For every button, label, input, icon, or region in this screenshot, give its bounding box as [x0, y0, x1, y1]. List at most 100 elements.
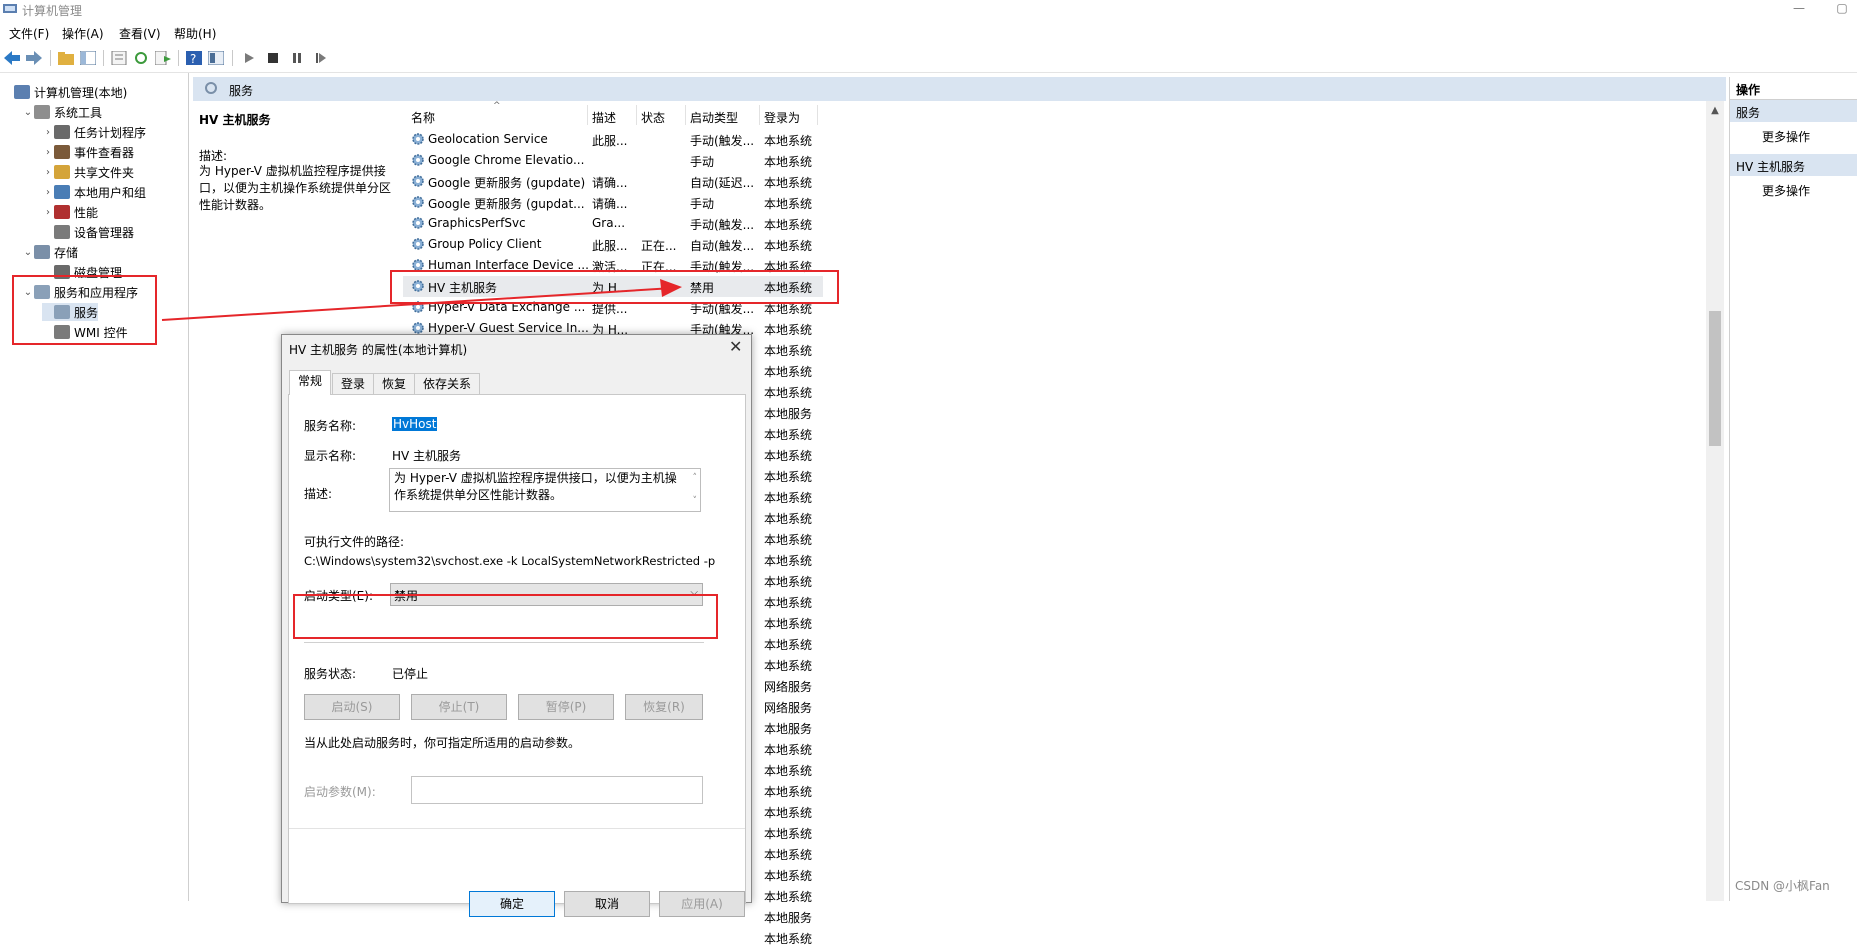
service-row[interactable]: Google 更新服务 (gupdate) 请确... 自动(延迟... 本地系统	[403, 171, 823, 192]
service-logon-cell[interactable]: 本地系统	[764, 615, 812, 632]
close-icon[interactable]: ✕	[729, 337, 742, 356]
service-row[interactable]: Google 更新服务 (gupdat... 请确... 手动 本地系统	[403, 192, 823, 213]
service-logon-cell[interactable]: 本地系统	[764, 846, 812, 863]
service-logon-cell[interactable]: 本地系统	[764, 531, 812, 548]
column-separator[interactable]	[685, 105, 686, 125]
ok-button[interactable]: 确定	[469, 891, 555, 917]
service-logon-cell[interactable]: 网络服务	[764, 678, 812, 695]
service-name-value[interactable]: HvHost	[392, 417, 438, 431]
pause-service-icon[interactable]	[288, 49, 306, 67]
column-header-name[interactable]: 名称	[411, 109, 435, 126]
service-logon-cell[interactable]: 本地系统	[764, 468, 812, 485]
export-list-icon[interactable]	[154, 49, 172, 67]
start-service-icon[interactable]	[240, 49, 258, 67]
service-logon-cell[interactable]: 本地系统	[764, 930, 812, 947]
service-logon-cell[interactable]: 本地系统	[764, 762, 812, 779]
tree-item[interactable]: 设备管理器	[42, 223, 134, 241]
service-logon-cell[interactable]: 本地系统	[764, 342, 812, 359]
menu-help[interactable]: 帮助(H)	[174, 25, 216, 42]
chevron-right-icon[interactable]: ›	[42, 207, 54, 218]
tree-item[interactable]: › 本地用户和组	[42, 183, 146, 201]
service-logon-cell[interactable]: 本地系统	[764, 573, 812, 590]
column-separator[interactable]	[817, 105, 818, 125]
column-header-description[interactable]: 描述	[592, 109, 616, 126]
menu-view[interactable]: 查看(V)	[119, 25, 161, 42]
description-field[interactable]: 为 Hyper-V 虚拟机监控程序提供接口，以便为主机操作系统提供单分区性能计数…	[389, 468, 701, 512]
tree-item[interactable]: ⌄ 存储	[22, 243, 78, 261]
service-row[interactable]: GraphicsPerfSvc Gra... 手动(触发... 本地系统	[403, 213, 823, 234]
service-logon-cell[interactable]: 本地系统	[764, 657, 812, 674]
tree-item[interactable]: › 事件查看器	[42, 143, 134, 161]
column-separator[interactable]	[587, 105, 588, 125]
menu-file[interactable]: 文件(F)	[9, 25, 49, 42]
menu-action[interactable]: 操作(A)	[62, 25, 104, 42]
chevron-right-icon[interactable]: ›	[42, 187, 54, 198]
scroll-up-icon[interactable]: ▲	[1706, 105, 1724, 116]
service-logon-cell[interactable]: 本地系统	[764, 783, 812, 800]
cancel-button[interactable]: 取消	[564, 891, 650, 917]
service-logon-cell[interactable]: 本地系统	[764, 552, 812, 569]
more-actions-link[interactable]: 更多操作	[1762, 128, 1810, 145]
service-logon-cell[interactable]: 网络服务	[764, 699, 812, 716]
tab-dependencies[interactable]: 依存关系	[414, 373, 481, 394]
forward-icon[interactable]	[25, 49, 43, 67]
start-params-input[interactable]	[411, 776, 703, 804]
chevron-down-icon[interactable]: ⌄	[22, 107, 34, 118]
service-logon-cell[interactable]: 本地系统	[764, 594, 812, 611]
service-row[interactable]: Group Policy Client 此服... 正在... 自动(触发... 本地系…	[403, 234, 823, 255]
restart-service-icon[interactable]	[312, 49, 330, 67]
apply-button[interactable]: 应用(A)	[659, 891, 745, 917]
chevron-right-icon[interactable]: ›	[42, 167, 54, 178]
minimize-button[interactable]: —	[1787, 0, 1811, 18]
scrollbar-thumb[interactable]	[1709, 311, 1721, 446]
service-logon-cell[interactable]: 本地系统	[764, 384, 812, 401]
tree-item[interactable]: › 共享文件夹	[42, 163, 134, 181]
tree-item[interactable]: › 性能	[42, 203, 98, 221]
tree-item[interactable]: 计算机管理(本地)	[2, 83, 127, 101]
service-logon-cell[interactable]: 本地服务	[764, 720, 812, 737]
tree-item[interactable]: ⌄ 系统工具	[22, 103, 102, 121]
stop-service-icon[interactable]	[264, 49, 282, 67]
start-button[interactable]: 启动(S)	[304, 694, 400, 720]
tree-item[interactable]: › 任务计划程序	[42, 123, 146, 141]
chevron-right-icon[interactable]: ›	[42, 147, 54, 158]
service-logon-cell[interactable]: 本地系统	[764, 867, 812, 884]
service-row[interactable]: Google Chrome Elevatio... 手动 本地系统	[403, 150, 823, 171]
up-folder-icon[interactable]	[57, 49, 75, 67]
tab-recovery[interactable]: 恢复	[373, 373, 416, 394]
column-separator[interactable]	[759, 105, 760, 125]
resume-button[interactable]: 恢复(R)	[625, 694, 703, 720]
service-logon-cell[interactable]: 本地系统	[764, 636, 812, 653]
show-hide-tree-icon[interactable]	[79, 49, 97, 67]
pause-button[interactable]: 暂停(P)	[518, 694, 614, 720]
column-header-status[interactable]: 状态	[641, 109, 665, 126]
tab-logon[interactable]: 登录	[332, 373, 375, 394]
scroll-up-icon[interactable]: ˄	[693, 470, 698, 487]
column-separator[interactable]	[636, 105, 637, 125]
tab-general[interactable]: 常规	[289, 370, 332, 395]
properties-icon[interactable]	[110, 49, 128, 67]
service-row[interactable]: Geolocation Service 此服... 手动(触发... 本地系统	[403, 129, 823, 150]
service-logon-cell[interactable]: 本地系统	[764, 426, 812, 443]
service-logon-cell[interactable]: 本地系统	[764, 804, 812, 821]
service-logon-cell[interactable]: 本地系统	[764, 363, 812, 380]
actions-group-services[interactable]: 服务	[1730, 100, 1857, 122]
back-icon[interactable]	[3, 49, 21, 67]
chevron-right-icon[interactable]: ›	[42, 127, 54, 138]
service-logon-cell[interactable]: 本地服务	[764, 405, 812, 422]
stop-button[interactable]: 停止(T)	[411, 694, 507, 720]
display-name-value[interactable]: HV 主机服务	[392, 447, 461, 464]
service-logon-cell[interactable]: 本地系统	[764, 447, 812, 464]
scroll-down-icon[interactable]: ˅	[693, 493, 698, 510]
column-header-startup-type[interactable]: 启动类型	[690, 109, 738, 126]
more-actions-link[interactable]: 更多操作	[1762, 182, 1810, 199]
help-icon[interactable]: ?	[185, 49, 203, 67]
view-icon[interactable]	[207, 49, 225, 67]
column-header-logon-as[interactable]: 登录为	[764, 109, 800, 126]
path-value[interactable]: C:\Windows\system32\svchost.exe -k Local…	[304, 554, 715, 568]
list-vertical-scrollbar[interactable]: ▲	[1706, 101, 1724, 901]
actions-group-hv-host[interactable]: HV 主机服务	[1730, 154, 1857, 176]
service-logon-cell[interactable]: 本地系统	[764, 888, 812, 905]
service-logon-cell[interactable]: 本地系统	[764, 825, 812, 842]
service-logon-cell[interactable]: 本地服务	[764, 909, 812, 926]
